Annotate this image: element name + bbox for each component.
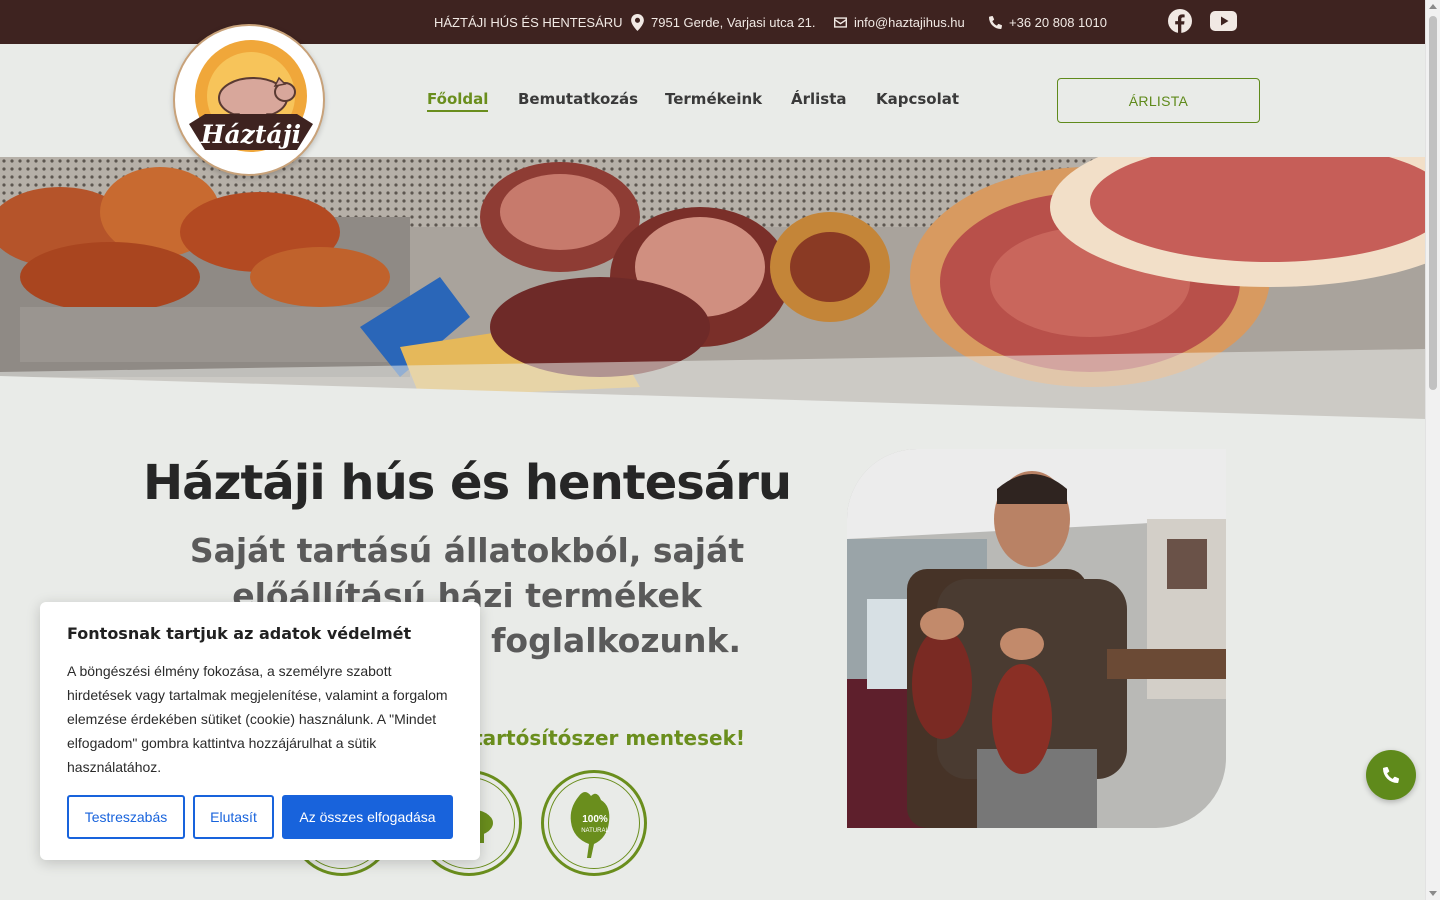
nav-item-arlista[interactable]: Árlista <box>791 90 847 108</box>
cookie-buttons: Testreszabás Elutasít Az összes elfogadá… <box>67 795 453 839</box>
chicken-icon: 100% NATURAL <box>570 792 609 858</box>
floating-call-button[interactable] <box>1366 750 1416 800</box>
nav-item-bemutatkozas[interactable]: Bemutatkozás <box>518 90 638 108</box>
page-title: Háztáji hús és hentesáru <box>142 455 792 511</box>
facebook-icon[interactable] <box>1168 9 1192 36</box>
cookie-customize-button[interactable]: Testreszabás <box>67 795 185 839</box>
cookie-body: A böngészési élmény fokozása, a személyr… <box>67 663 448 775</box>
nav-item-kapcsolat[interactable]: Kapcsolat <box>876 90 959 108</box>
scroll-down-arrow-icon[interactable] <box>1429 891 1437 896</box>
hero-banner-image <box>0 157 1425 419</box>
logo-text: Háztáji <box>200 120 301 149</box>
topbar-address[interactable]: 7951 Gerde, Varjasi utca 21. <box>631 0 816 44</box>
arlista-button[interactable]: ÁRLISTA <box>1057 78 1260 123</box>
cookie-reject-button[interactable]: Elutasít <box>193 795 274 839</box>
youtube-icon[interactable] <box>1210 11 1237 34</box>
topbar-email[interactable]: info@haztajihus.hu <box>834 0 965 44</box>
badge-label-natural: NATURAL <box>581 828 609 834</box>
nav-item-termekeink[interactable]: Termékeink <box>665 90 762 108</box>
topbar-brand: HÁZTÁJI HÚS ÉS HENTESÁRU <box>434 14 623 30</box>
topbar-phone[interactable]: +36 20 808 1010 <box>989 0 1107 44</box>
cookie-title: Fontosnak tartjuk az adatok védelmét <box>67 624 412 643</box>
scrollbar-thumb[interactable] <box>1429 16 1437 390</box>
site-logo[interactable]: Háztáji <box>173 24 325 176</box>
phone-icon <box>989 15 1002 29</box>
phone-icon <box>1383 767 1399 783</box>
envelope-icon <box>834 16 847 28</box>
pig-logo-icon: Háztáji <box>189 40 313 152</box>
butcher-photo <box>847 449 1226 828</box>
map-marker-icon <box>631 13 644 31</box>
scroll-up-arrow-icon[interactable] <box>1429 4 1437 9</box>
badge-label: 100% <box>582 814 608 825</box>
page-scrollbar[interactable] <box>1425 0 1440 900</box>
natural-badge-chicken: 100% NATURAL <box>541 770 647 876</box>
cookie-accept-all-button[interactable]: Az összes elfogadása <box>282 795 453 839</box>
nav-item-fooldal[interactable]: Főoldal <box>427 90 489 112</box>
cookie-consent-banner: Fontosnak tartjuk az adatok védelmét A b… <box>40 602 480 860</box>
